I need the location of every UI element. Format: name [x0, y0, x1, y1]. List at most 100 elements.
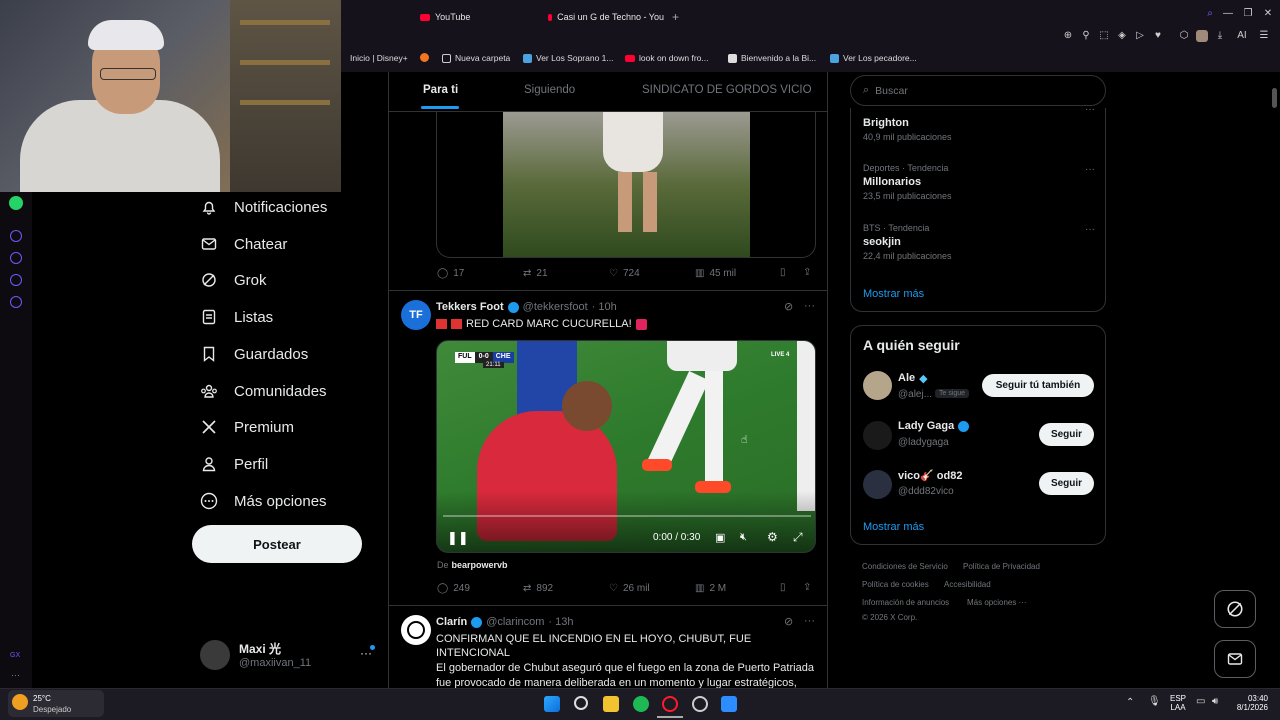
nav-grok[interactable]: Grok: [200, 268, 267, 292]
bookmark-disney[interactable]: Inicio | Disney+: [350, 53, 408, 63]
trend-item[interactable]: BTS · Tendencia seokjin 22,4 mil publica…: [863, 223, 952, 261]
restore-icon[interactable]: ❐: [1242, 8, 1254, 20]
avatar[interactable]: [863, 371, 892, 400]
sidebar-shortcut-icon[interactable]: [10, 230, 22, 242]
like-button[interactable]: ♡ 724: [609, 268, 640, 279]
windows-start-icon[interactable]: [544, 696, 560, 712]
tweet-more-icon[interactable]: ···: [804, 615, 815, 627]
profile-avatar[interactable]: [1196, 30, 1208, 42]
tab-techno[interactable]: Casi un G de Techno - You: [548, 8, 664, 26]
follow-name[interactable]: Ale ◆: [898, 372, 928, 385]
whatsapp-icon[interactable]: [9, 196, 23, 210]
more-icon[interactable]: ···: [11, 670, 20, 680]
settings-icon[interactable]: [10, 296, 22, 308]
show-more-trends[interactable]: Mostrar más: [863, 288, 924, 300]
footer-link[interactable]: Más opciones ···: [967, 598, 1027, 607]
bookmark-folder[interactable]: Nueva carpeta: [442, 53, 510, 63]
avatar[interactable]: [863, 421, 892, 450]
nav-premium[interactable]: Premium: [200, 415, 294, 439]
tweet-time[interactable]: · 13h: [548, 616, 573, 628]
clock[interactable]: 03:40 8/1/2026: [1230, 694, 1268, 712]
tab-list[interactable]: SINDICATO DE GORDOS VICIO: [642, 84, 812, 96]
search-icon[interactable]: [574, 696, 588, 710]
tweet-image[interactable]: [503, 112, 750, 257]
bookmark-soprano[interactable]: Ver Los Soprano 1...: [523, 53, 614, 63]
trend-more-icon[interactable]: ···: [1085, 164, 1095, 175]
search-icon[interactable]: ⌕: [1204, 8, 1216, 20]
trend-more-icon[interactable]: ···: [1085, 224, 1095, 235]
opera-gx-icon[interactable]: [662, 696, 678, 712]
bookmark-bienvenido[interactable]: Bienvenido a la Bi...: [728, 53, 816, 63]
file-explorer-icon[interactable]: [603, 696, 619, 712]
account-name[interactable]: Maxi 光: [239, 640, 281, 657]
author-name[interactable]: Tekkers Foot: [436, 301, 504, 313]
download-icon[interactable]: ⤓: [1214, 30, 1226, 42]
search-input[interactable]: Buscar: [875, 85, 908, 97]
chevron-up-icon[interactable]: ⌃: [1126, 697, 1134, 708]
ai-button[interactable]: AI: [1232, 30, 1252, 42]
fullscreen-icon[interactable]: ⤢: [793, 530, 803, 545]
tab-following[interactable]: Siguiendo: [524, 84, 575, 96]
retweet-button[interactable]: ⇄ 892: [523, 583, 553, 594]
chat-icon[interactable]: [10, 274, 22, 286]
follow-button[interactable]: Seguir: [1039, 423, 1094, 446]
extensions-icon[interactable]: ⬡: [1178, 30, 1190, 42]
trend-item[interactable]: Brighton 40,9 mil publicaciones: [863, 111, 952, 142]
tab-for-you[interactable]: Para ti: [423, 84, 458, 96]
footer-link[interactable]: Accesibilidad: [944, 580, 991, 589]
nav-bookmarks[interactable]: Guardados: [200, 342, 308, 366]
nav-lists[interactable]: Listas: [200, 305, 273, 329]
footer-link[interactable]: Condiciones de Servicio: [862, 562, 948, 571]
network-icon[interactable]: ▭: [1196, 696, 1205, 707]
post-button[interactable]: Postear: [192, 525, 362, 563]
bookmark-button[interactable]: ▯: [780, 582, 786, 593]
nav-chat[interactable]: Chatear: [200, 232, 287, 256]
nav-profile[interactable]: Perfil: [200, 452, 268, 476]
trend-item[interactable]: Deportes · Tendencia Millonarios 23,5 mi…: [863, 163, 952, 201]
bookmark-button[interactable]: ▯: [780, 267, 786, 278]
tweet-video[interactable]: FUL 0-0 CHE 21:11 LIVE 4 ❚❚ 0:00 / 0:30 …: [436, 340, 816, 553]
spotify-icon[interactable]: [633, 696, 649, 712]
views-button[interactable]: ▥ 2 M: [695, 583, 726, 594]
zoom-icon[interactable]: ⊕: [1062, 30, 1074, 42]
play-icon[interactable]: ▷: [1134, 30, 1146, 42]
tweet-more-icon[interactable]: ···: [804, 300, 815, 312]
follow-button[interactable]: Seguir: [1039, 472, 1094, 495]
nav-notifications[interactable]: Notificaciones: [200, 195, 327, 219]
footer-link[interactable]: Política de cookies: [862, 580, 929, 589]
tab-youtube[interactable]: YouTube: [420, 8, 470, 26]
source-user[interactable]: bearpowervb: [452, 560, 508, 570]
heart-icon[interactable]: ♥: [1152, 30, 1164, 42]
messages-fab[interactable]: [1214, 640, 1256, 678]
author-name[interactable]: Clarín: [436, 616, 467, 628]
settings-icon[interactable]: ⚙: [767, 530, 778, 544]
minimize-icon[interactable]: —: [1222, 8, 1234, 20]
pin-icon[interactable]: ⚲: [1080, 30, 1092, 42]
reply-button[interactable]: ◯ 17: [437, 268, 464, 279]
scrollbar-thumb[interactable]: [1272, 88, 1277, 108]
shield-icon[interactable]: ◈: [1116, 30, 1128, 42]
gx-icon[interactable]: GX: [10, 652, 20, 659]
zoom-icon[interactable]: [721, 696, 737, 712]
grok-icon[interactable]: ⊘: [784, 615, 793, 628]
video-progress[interactable]: [443, 515, 811, 517]
trend-more-icon[interactable]: ···: [1085, 104, 1095, 115]
bookmark-crunchyroll[interactable]: [420, 53, 429, 62]
mute-icon[interactable]: 🔇︎: [740, 531, 747, 544]
steam-icon[interactable]: [692, 696, 708, 712]
user-name[interactable]: vico🎸 od82: [898, 469, 962, 482]
history-icon[interactable]: [10, 252, 22, 264]
captions-icon[interactable]: ▣: [715, 531, 725, 544]
author-handle[interactable]: @tekkersfoot: [523, 301, 588, 313]
grok-fab[interactable]: [1214, 590, 1256, 628]
follow-back-button[interactable]: Seguir tú también: [982, 374, 1094, 397]
close-icon[interactable]: ✕: [1262, 8, 1274, 20]
nav-communities[interactable]: Comunidades: [200, 379, 327, 403]
nav-more-options[interactable]: Más opciones: [200, 489, 327, 513]
share-button[interactable]: ⇪: [803, 267, 811, 278]
share-button[interactable]: ⇪: [803, 582, 811, 593]
bookmark-pecadores[interactable]: Ver Los pecadore...: [830, 53, 917, 63]
tweet-time[interactable]: · 10h: [592, 301, 617, 313]
avatar[interactable]: TF: [401, 300, 431, 330]
bookmark-look-on-down[interactable]: look on down fro...: [625, 53, 708, 63]
